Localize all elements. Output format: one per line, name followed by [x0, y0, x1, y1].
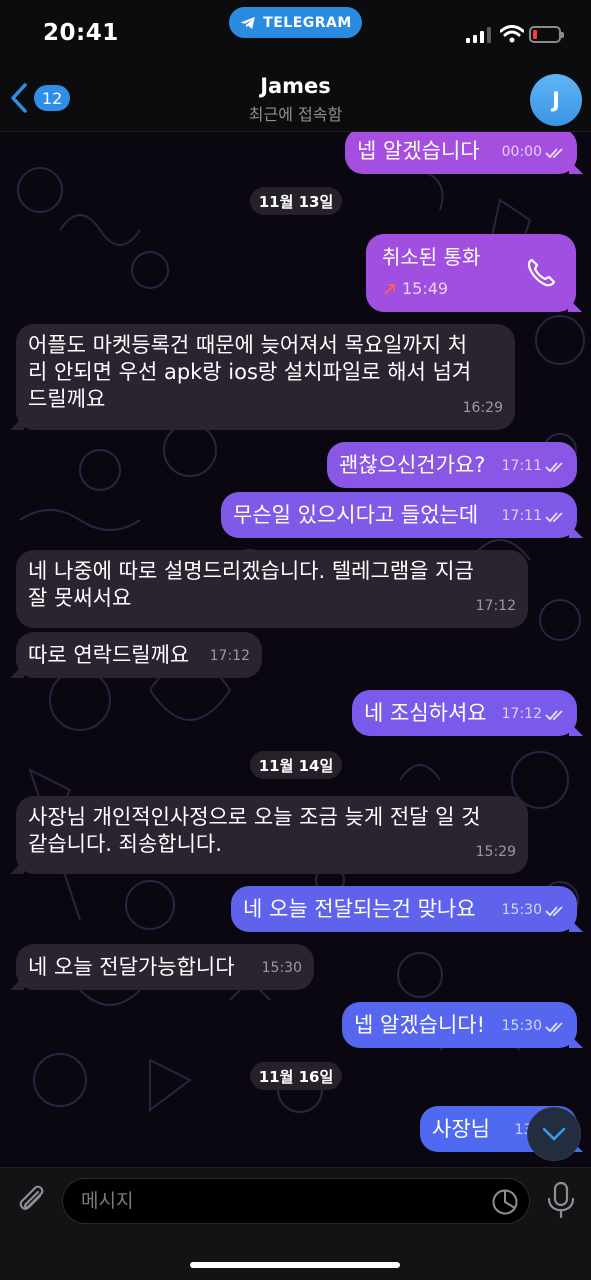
message-text: 네 조심하셔요 [364, 701, 487, 725]
message-bubble-incoming[interactable]: 어플도 마켓등록건 때문에 늦어져서 목요일까지 처 리 안되면 우선 apk랑… [16, 324, 515, 430]
date-separator: 11월 13일 [250, 187, 342, 215]
message-time: 15:30 [501, 1018, 542, 1034]
message-text: 넵 알겠습니다 [357, 139, 480, 163]
message-bubble-outgoing[interactable]: 네 조심하셔요 17:12 [352, 690, 577, 736]
message-text: 괜찮으신건가요? [339, 453, 486, 477]
message-text-line: 어플도 마켓등록건 때문에 늦어져서 목요일까지 처 [28, 333, 468, 357]
chat-title: James [260, 74, 331, 98]
wifi-icon [500, 25, 524, 43]
message-time: 17:12 [501, 706, 542, 722]
message-time: 15:30 [501, 902, 542, 918]
message-time: 17:12 [209, 648, 250, 664]
message-text-line: 드릴께요 [28, 387, 106, 411]
message-text: 네 오늘 전달가능합니다 [28, 955, 235, 979]
message-text-line: 잘 못써서요 [28, 586, 132, 610]
chevron-down-icon [542, 1127, 566, 1141]
battery-low-icon [529, 26, 564, 43]
status-time: 20:41 [43, 20, 119, 46]
message-time: 15:29 [475, 844, 516, 860]
chat-header: 12 James 최근에 접속함 J [0, 64, 591, 132]
scroll-to-bottom-button[interactable] [527, 1107, 581, 1161]
telegram-return-pill[interactable]: TELEGRAM [229, 7, 362, 38]
message-bubble-outgoing[interactable]: 넵 알겠습니다 00:00 [345, 128, 577, 174]
message-text-line: 리 안되면 우선 apk랑 ios랑 설치파일로 해서 넘겨 [28, 360, 472, 384]
message-text: 네 오늘 전달되는건 맞나요 [243, 897, 476, 921]
message-text: 사장님 [432, 1117, 490, 1141]
message-bubble-incoming[interactable]: 따로 연락드릴께요 17:12 [16, 632, 262, 678]
message-text: 따로 연락드릴께요 [28, 643, 190, 667]
date-separator: 11월 14일 [250, 751, 342, 779]
message-bubble-outgoing[interactable]: 무슨일 있으시다고 들었는데 17:11 [221, 492, 577, 538]
microphone-icon[interactable] [546, 1181, 576, 1219]
chat-title-area[interactable]: James 최근에 접속함 [0, 74, 591, 125]
cellular-signal-icon [466, 27, 491, 43]
double-check-icon [545, 511, 563, 522]
call-message-bubble[interactable]: 취소된 통화 15:49 [366, 234, 576, 312]
double-check-icon [545, 147, 563, 158]
message-bubble-outgoing[interactable]: 넵 알겠습니다! 15:30 [342, 1002, 577, 1048]
message-time: 17:11 [501, 508, 542, 524]
message-bubble-incoming[interactable]: 사장님 개인적인사정으로 오늘 조금 늦게 전달 일 것 같습니다. 죄송합니다… [16, 796, 528, 874]
message-time: 16:29 [462, 400, 503, 416]
sticker-icon[interactable] [491, 1188, 519, 1216]
message-bubble-incoming[interactable]: 네 오늘 전달가능합니다 15:30 [16, 944, 314, 990]
message-input[interactable] [81, 1179, 481, 1223]
telegram-pill-label: TELEGRAM [263, 14, 352, 31]
avatar[interactable]: J [530, 74, 582, 126]
home-indicator [190, 1262, 400, 1268]
double-check-icon [545, 1021, 563, 1032]
message-text: 넵 알겠습니다! [354, 1013, 486, 1037]
telegram-icon [240, 16, 255, 29]
message-bubble-outgoing[interactable]: 네 오늘 전달되는건 맞나요 15:30 [231, 886, 577, 932]
message-time: 00:00 [501, 144, 542, 160]
double-check-icon [545, 905, 563, 916]
message-text-line: 같습니다. 죄송합니다. [28, 832, 222, 856]
message-time: 17:12 [475, 598, 516, 614]
message-text-line: 네 나중에 따로 설명드리겠습니다. 텔레그램을 지금 [28, 559, 474, 583]
message-text-line: 사장님 개인적인사정으로 오늘 조금 늦게 전달 일 것 [28, 805, 481, 829]
double-check-icon [545, 461, 563, 472]
message-time: 17:11 [501, 458, 542, 474]
message-input-wrapper [62, 1178, 530, 1224]
call-time: 15:49 [402, 279, 449, 298]
message-bubble-outgoing[interactable]: 괜찮으신건가요? 17:11 [327, 442, 577, 488]
last-seen-status: 최근에 접속함 [248, 105, 343, 124]
message-text: 무슨일 있으시다고 들었는데 [233, 503, 479, 527]
outgoing-call-arrow-icon [384, 283, 395, 295]
phone-icon [527, 258, 556, 287]
message-time: 15:30 [261, 960, 302, 976]
double-check-icon [545, 709, 563, 720]
paperclip-icon[interactable] [14, 1182, 48, 1216]
date-separator: 11월 16일 [250, 1062, 342, 1090]
message-bubble-incoming[interactable]: 네 나중에 따로 설명드리겠습니다. 텔레그램을 지금 잘 못써서요 17:12 [16, 550, 528, 628]
status-bar: 20:41 TELEGRAM [0, 0, 591, 64]
